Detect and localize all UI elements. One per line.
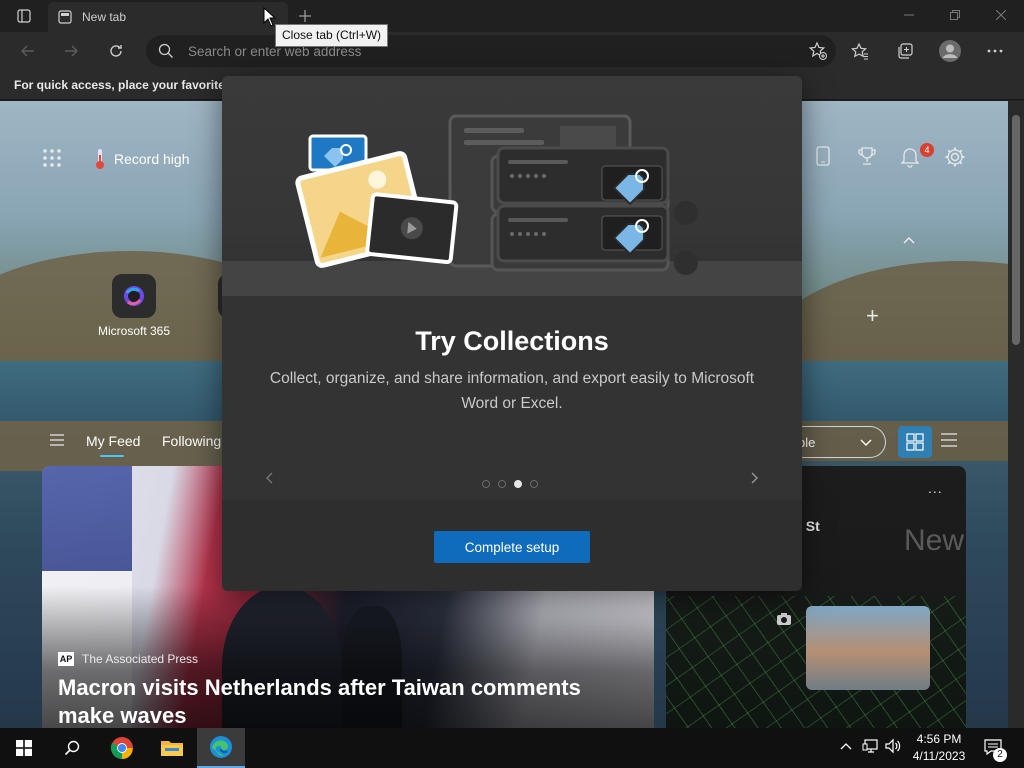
pager-dot[interactable] xyxy=(498,480,506,488)
collections-illustration-art xyxy=(295,114,698,275)
pager-dot[interactable] xyxy=(482,480,490,488)
settings-more-button[interactable] xyxy=(980,36,1010,66)
camera-icon xyxy=(777,613,791,625)
taskbar-chrome[interactable] xyxy=(98,728,146,768)
favorites-icon xyxy=(851,42,868,60)
add-shortcut-button[interactable]: + xyxy=(866,303,879,329)
action-center-badge: 2 xyxy=(993,748,1007,762)
previous-slide-button[interactable] xyxy=(258,466,282,490)
notifications-bell-icon[interactable] xyxy=(900,146,920,168)
clock-time: 4:56 PM xyxy=(916,732,962,746)
more-horizontal-icon xyxy=(987,49,1003,53)
grid-view-button[interactable] xyxy=(898,426,932,458)
map-corner-text: New xyxy=(904,524,965,557)
street-photo-thumbnail[interactable] xyxy=(806,606,930,690)
windows-logo-icon xyxy=(16,740,32,756)
card-more-options[interactable]: ... xyxy=(928,480,943,496)
add-favorite-icon[interactable] xyxy=(808,41,828,61)
restore-icon xyxy=(950,10,960,20)
close-icon xyxy=(996,10,1006,20)
address-bar[interactable]: Search or enter web address xyxy=(146,35,836,67)
refresh-button[interactable] xyxy=(101,36,131,66)
news-source-logo: AP xyxy=(58,652,74,666)
collections-button[interactable] xyxy=(890,36,920,66)
profile-button[interactable] xyxy=(935,36,965,66)
scrollbar-thumb[interactable] xyxy=(1012,115,1020,345)
chevron-right-icon xyxy=(751,472,758,484)
tab-actions-button[interactable] xyxy=(8,5,40,27)
clock-date: 4/11/2023 xyxy=(912,749,966,763)
plus-icon xyxy=(299,10,311,22)
favorites-button[interactable] xyxy=(845,36,875,66)
taskbar-clock[interactable]: 4:56 PM 4/11/2023 xyxy=(904,731,974,765)
tab-my-feed[interactable]: My Feed xyxy=(86,433,140,457)
title-bar: New tab xyxy=(0,0,1024,32)
folder-icon xyxy=(161,741,183,756)
pager-dot-active[interactable] xyxy=(514,480,522,488)
taskbar-edge[interactable] xyxy=(197,728,245,768)
minimize-button[interactable] xyxy=(886,0,932,30)
grid-view-icon xyxy=(906,433,924,451)
dialog-title: Try Collections xyxy=(415,326,609,356)
try-collections-dialog: Try Collections Collect, organize, and s… xyxy=(222,76,802,591)
forward-arrow-icon xyxy=(65,45,78,57)
quick-link-label: Microsoft 365 xyxy=(97,324,171,338)
page-settings-gear-icon[interactable] xyxy=(944,146,966,168)
news-source: AP The Associated Press xyxy=(58,652,198,666)
chevron-up-icon[interactable] xyxy=(840,742,852,750)
taskbar-search-button[interactable] xyxy=(48,728,96,768)
refresh-icon xyxy=(110,45,122,57)
network-icon[interactable] xyxy=(862,738,880,754)
back-button[interactable] xyxy=(13,36,43,66)
tab-actions-icon xyxy=(17,9,31,23)
toolbar: Search or enter web address xyxy=(0,32,1024,70)
search-icon xyxy=(64,740,80,756)
chevron-down-icon xyxy=(860,439,872,446)
start-button[interactable] xyxy=(0,728,48,768)
dialog-description: Collect, organize, and share information… xyxy=(269,370,755,412)
close-window-button[interactable] xyxy=(978,0,1024,30)
news-source-name: The Associated Press xyxy=(82,652,199,666)
back-arrow-icon xyxy=(21,45,34,57)
taskbar-file-explorer[interactable] xyxy=(148,728,196,768)
phone-icon[interactable] xyxy=(816,146,830,166)
collections-icon xyxy=(898,43,913,59)
tooltip: Close tab (Ctrl+W) xyxy=(275,24,389,47)
mouse-cursor-icon xyxy=(263,7,277,27)
next-slide-button[interactable] xyxy=(742,466,766,490)
favorites-bar-hint: For quick access, place your favorites h xyxy=(14,78,243,92)
weather-text: Record high xyxy=(114,151,190,167)
taskbar: 4:56 PM 4/11/2023 2 xyxy=(0,728,1024,768)
tab-title: New tab xyxy=(82,10,127,24)
volume-icon[interactable] xyxy=(885,738,901,754)
restore-button[interactable] xyxy=(932,0,978,30)
pager-dot[interactable] xyxy=(530,480,538,488)
page-scrollbar[interactable] xyxy=(1008,101,1024,728)
complete-setup-button[interactable]: Complete setup xyxy=(434,531,590,563)
search-icon xyxy=(158,43,173,58)
tab-new-tab[interactable]: New tab xyxy=(48,2,288,32)
notification-badge: 4 xyxy=(920,143,934,157)
app-launcher-icon[interactable] xyxy=(42,148,62,168)
new-tab-page-icon xyxy=(58,10,72,24)
news-headline[interactable]: Macron visits Netherlands after Taiwan c… xyxy=(58,674,638,728)
weather-widget[interactable]: Record high xyxy=(94,148,190,170)
rewards-trophy-icon[interactable] xyxy=(857,146,877,166)
thermometer-icon xyxy=(96,149,104,169)
microsoft365-logo-icon xyxy=(124,286,145,306)
list-view-icon[interactable] xyxy=(940,432,958,448)
forward-button[interactable] xyxy=(56,36,86,66)
avatar-icon xyxy=(939,40,961,62)
collections-illustration xyxy=(222,76,802,296)
chevron-up-icon[interactable] xyxy=(902,235,916,245)
tab-following[interactable]: Following xyxy=(162,433,221,449)
edge-logo-icon xyxy=(210,736,232,758)
quick-link-microsoft365[interactable] xyxy=(112,274,156,318)
hamburger-menu-icon[interactable] xyxy=(50,434,64,446)
slide-pager xyxy=(482,480,538,488)
chevron-left-icon xyxy=(266,472,273,484)
chrome-logo-icon xyxy=(110,737,133,759)
minimize-icon xyxy=(904,14,914,16)
